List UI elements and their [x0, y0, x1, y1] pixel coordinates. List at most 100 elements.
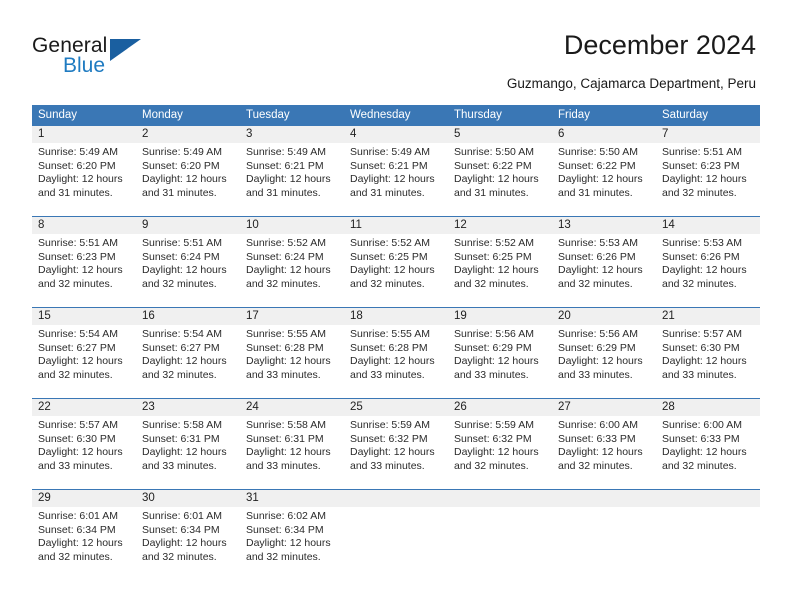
- day-number[interactable]: 13: [552, 217, 656, 234]
- sunset-text: Sunset: 6:31 PM: [142, 432, 220, 445]
- calendar-page: General Blue December 2024 Guzmango, Caj…: [0, 0, 792, 612]
- day-number[interactable]: 2: [136, 126, 240, 143]
- sunset-text: Sunset: 6:29 PM: [454, 341, 532, 354]
- day-cell: Sunrise: 5:54 AM Sunset: 6:27 PM Dayligh…: [32, 325, 136, 398]
- sunrise-text: Sunrise: 5:49 AM: [350, 146, 430, 158]
- sunset-text: Sunset: 6:25 PM: [350, 250, 428, 263]
- day-number[interactable]: 26: [448, 399, 552, 416]
- daylight-text-line1: Daylight: 12 hours: [558, 446, 643, 459]
- daylight-text-line1: Daylight: 12 hours: [142, 446, 227, 459]
- daylight-text-line2: and 33 minutes.: [246, 459, 321, 472]
- day-number[interactable]: 23: [136, 399, 240, 416]
- daylight-text-line2: and 33 minutes.: [38, 459, 113, 472]
- daylight-text-line1: Daylight: 12 hours: [350, 264, 435, 277]
- day-number-band: 29 30 31: [32, 490, 760, 507]
- day-number-empty: [448, 490, 552, 507]
- day-number[interactable]: 12: [448, 217, 552, 234]
- sunset-text: Sunset: 6:30 PM: [662, 341, 740, 354]
- sunset-text: Sunset: 6:27 PM: [38, 341, 116, 354]
- day-number[interactable]: 28: [656, 399, 760, 416]
- day-number[interactable]: 10: [240, 217, 344, 234]
- day-number[interactable]: 9: [136, 217, 240, 234]
- day-number-band: 15 16 17 18 19 20 21: [32, 308, 760, 325]
- day-cell: Sunrise: 5:56 AM Sunset: 6:29 PM Dayligh…: [552, 325, 656, 398]
- sunrise-text: Sunrise: 5:50 AM: [454, 146, 534, 158]
- daylight-text-line2: and 32 minutes.: [558, 459, 633, 472]
- sunset-text: Sunset: 6:21 PM: [350, 159, 428, 172]
- weekday-header-tuesday: Tuesday: [246, 109, 290, 121]
- calendar-week-row: 29 30 31 Sunrise: 6:01 AM Sunset: 6:34 P…: [32, 489, 760, 580]
- sunrise-text: Sunrise: 5:54 AM: [38, 328, 118, 340]
- sunrise-text: Sunrise: 5:52 AM: [246, 237, 326, 249]
- daylight-text-line1: Daylight: 12 hours: [454, 355, 539, 368]
- day-cell: Sunrise: 5:51 AM Sunset: 6:24 PM Dayligh…: [136, 234, 240, 307]
- sunrise-text: Sunrise: 5:55 AM: [246, 328, 326, 340]
- day-number[interactable]: 16: [136, 308, 240, 325]
- daylight-text-line1: Daylight: 12 hours: [246, 264, 331, 277]
- day-number[interactable]: 19: [448, 308, 552, 325]
- day-number[interactable]: 27: [552, 399, 656, 416]
- sunrise-text: Sunrise: 5:49 AM: [142, 146, 222, 158]
- day-number[interactable]: 30: [136, 490, 240, 507]
- sunset-text: Sunset: 6:29 PM: [558, 341, 636, 354]
- day-number[interactable]: 25: [344, 399, 448, 416]
- day-cell-empty: [552, 507, 656, 580]
- sunrise-text: Sunrise: 5:53 AM: [662, 237, 742, 249]
- daylight-text-line1: Daylight: 12 hours: [350, 355, 435, 368]
- day-number[interactable]: 18: [344, 308, 448, 325]
- daylight-text-line2: and 33 minutes.: [246, 368, 321, 381]
- day-number[interactable]: 7: [656, 126, 760, 143]
- general-blue-logo[interactable]: General Blue: [32, 34, 212, 82]
- daylight-text-line2: and 33 minutes.: [662, 368, 737, 381]
- daylight-text-line2: and 33 minutes.: [142, 459, 217, 472]
- page-title: December 2024: [563, 30, 756, 60]
- day-number[interactable]: 6: [552, 126, 656, 143]
- logo-text-blue: Blue: [63, 54, 106, 77]
- daylight-text-line1: Daylight: 12 hours: [142, 355, 227, 368]
- day-number[interactable]: 8: [32, 217, 136, 234]
- sunrise-text: Sunrise: 5:49 AM: [246, 146, 326, 158]
- calendar-week-row: 8 9 10 11 12 13 14 Sunrise: 5:51 AM Suns…: [32, 216, 760, 307]
- day-cell: Sunrise: 5:49 AM Sunset: 6:20 PM Dayligh…: [136, 143, 240, 216]
- day-number[interactable]: 29: [32, 490, 136, 507]
- sunrise-text: Sunrise: 5:56 AM: [454, 328, 534, 340]
- daylight-text-line2: and 32 minutes.: [246, 550, 321, 563]
- day-cell: Sunrise: 6:01 AM Sunset: 6:34 PM Dayligh…: [32, 507, 136, 580]
- day-cell: Sunrise: 5:50 AM Sunset: 6:22 PM Dayligh…: [448, 143, 552, 216]
- day-number[interactable]: 5: [448, 126, 552, 143]
- day-number-band: 1 2 3 4 5 6 7: [32, 126, 760, 143]
- day-number[interactable]: 20: [552, 308, 656, 325]
- sunset-text: Sunset: 6:33 PM: [558, 432, 636, 445]
- day-number[interactable]: 11: [344, 217, 448, 234]
- daylight-text-line1: Daylight: 12 hours: [142, 537, 227, 550]
- daylight-text-line1: Daylight: 12 hours: [662, 355, 747, 368]
- daylight-text-line2: and 31 minutes.: [454, 186, 529, 199]
- day-detail-band: Sunrise: 5:51 AM Sunset: 6:23 PM Dayligh…: [32, 234, 760, 307]
- daylight-text-line2: and 32 minutes.: [38, 277, 113, 290]
- daylight-text-line2: and 32 minutes.: [38, 368, 113, 381]
- day-number[interactable]: 24: [240, 399, 344, 416]
- sunrise-text: Sunrise: 5:52 AM: [350, 237, 430, 249]
- weekday-header-row: Sunday Monday Tuesday Wednesday Thursday…: [32, 105, 760, 125]
- sunrise-text: Sunrise: 5:51 AM: [38, 237, 118, 249]
- day-number[interactable]: 15: [32, 308, 136, 325]
- day-number[interactable]: 3: [240, 126, 344, 143]
- day-cell: Sunrise: 5:57 AM Sunset: 6:30 PM Dayligh…: [32, 416, 136, 489]
- page-header: General Blue December 2024 Guzmango, Caj…: [0, 0, 792, 100]
- day-cell: Sunrise: 5:53 AM Sunset: 6:26 PM Dayligh…: [656, 234, 760, 307]
- day-number[interactable]: 22: [32, 399, 136, 416]
- day-cell-empty: [656, 507, 760, 580]
- day-number[interactable]: 1: [32, 126, 136, 143]
- day-number[interactable]: 4: [344, 126, 448, 143]
- day-cell: Sunrise: 5:58 AM Sunset: 6:31 PM Dayligh…: [240, 416, 344, 489]
- triangle-logo-icon: [110, 39, 141, 61]
- daylight-text-line2: and 33 minutes.: [558, 368, 633, 381]
- day-detail-band: Sunrise: 6:01 AM Sunset: 6:34 PM Dayligh…: [32, 507, 760, 580]
- day-number[interactable]: 14: [656, 217, 760, 234]
- sunset-text: Sunset: 6:20 PM: [38, 159, 116, 172]
- weekday-header-thursday: Thursday: [454, 109, 502, 121]
- daylight-text-line2: and 32 minutes.: [662, 186, 737, 199]
- day-number[interactable]: 21: [656, 308, 760, 325]
- day-number[interactable]: 31: [240, 490, 344, 507]
- day-number[interactable]: 17: [240, 308, 344, 325]
